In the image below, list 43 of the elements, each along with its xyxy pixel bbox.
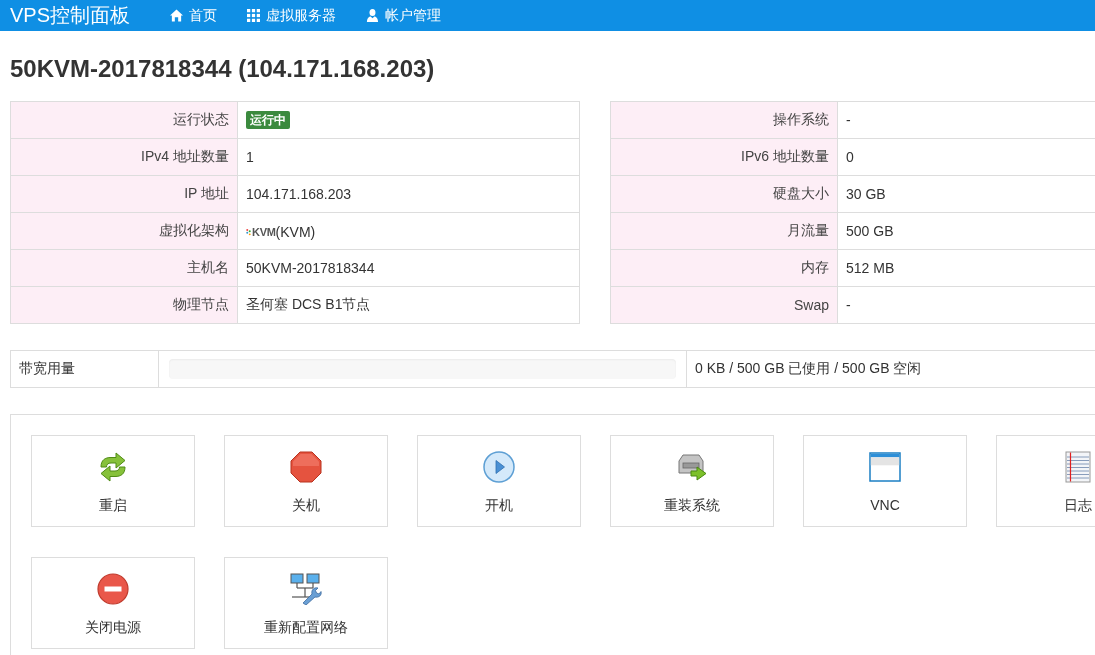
- notepad-icon: [1062, 451, 1094, 483]
- field-label: 月流量: [610, 212, 838, 250]
- stop-sign-icon: [290, 451, 322, 483]
- field-value: (KVM): [275, 223, 316, 240]
- action-button[interactable]: 重启: [31, 435, 195, 527]
- field-label: Swap: [610, 286, 838, 324]
- dots-icon: [246, 227, 251, 236]
- action-button[interactable]: 关闭电源: [31, 557, 195, 649]
- action-button[interactable]: 关机: [224, 435, 388, 527]
- refresh-icon: [97, 451, 129, 483]
- play-icon: [483, 451, 515, 483]
- field-value: 1: [237, 138, 580, 176]
- usage-reading: 0 KB / 500 GB 已使用 / 500 GB 空闲: [686, 350, 1095, 388]
- user-icon: [366, 9, 380, 22]
- status-badge: 运行中: [246, 111, 290, 129]
- network-wrench-icon: [290, 573, 322, 605]
- drive-arrow-icon: [676, 451, 708, 483]
- field-value: 104.171.168.203: [237, 175, 580, 213]
- field-label: IPv4 地址数量: [10, 138, 238, 176]
- field-label: 内存: [610, 249, 838, 287]
- page-title: 50KVM-2017818344 (104.171.168.203): [10, 54, 435, 84]
- home-icon: [170, 9, 184, 22]
- field-value: 圣何塞 DCS B1节点: [237, 286, 580, 324]
- field-value: 50KVM-2017818344: [237, 249, 580, 287]
- action-button[interactable]: 开机: [417, 435, 581, 527]
- window-icon: [869, 451, 901, 483]
- field-label: 操作系统: [610, 101, 838, 139]
- field-label: 虚拟化架构: [10, 212, 238, 250]
- field-label: 运行状态: [10, 101, 238, 139]
- action-button[interactable]: 重装系统: [610, 435, 774, 527]
- action-button[interactable]: 日志: [996, 435, 1095, 527]
- action-button[interactable]: 重新配置网络: [224, 557, 388, 649]
- field-label: 硬盘大小: [610, 175, 838, 213]
- no-entry-icon: [97, 573, 129, 605]
- field-label: IP 地址: [10, 175, 238, 213]
- field-label: 主机名: [10, 249, 238, 287]
- logo-text: KVM: [252, 225, 276, 238]
- grid-icon: [247, 9, 261, 22]
- field-value: -: [837, 101, 1095, 139]
- action-button[interactable]: VNC: [803, 435, 967, 527]
- field-label: 带宽用量: [10, 350, 159, 388]
- field-label: IPv6 地址数量: [610, 138, 838, 176]
- field-label: 物理节点: [10, 286, 238, 324]
